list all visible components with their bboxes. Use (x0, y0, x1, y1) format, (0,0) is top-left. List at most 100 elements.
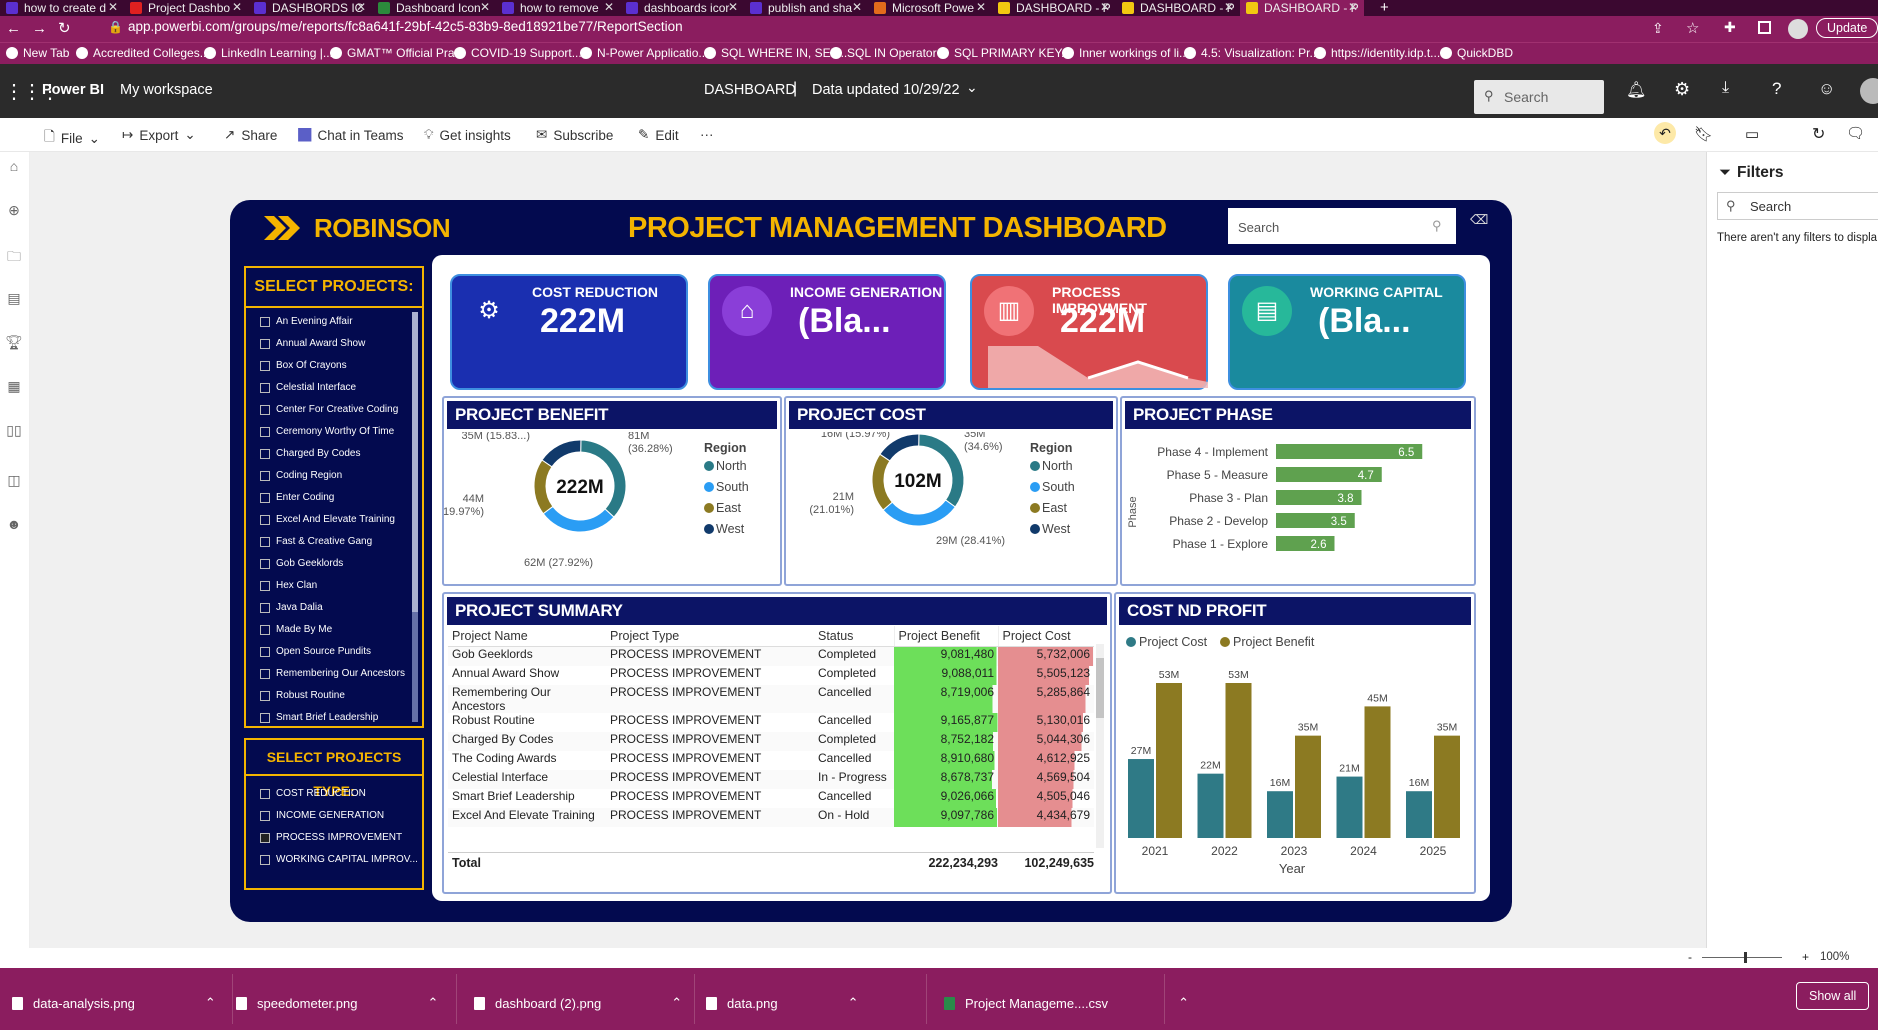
project-slicer-item[interactable]: An Evening Affair (260, 316, 353, 327)
cost-donut-chart[interactable]: 102M 16M (15.97%) 35M(34.6%) 21M(21.01%) 29M… (786, 432, 1116, 584)
zoom-slider[interactable] (1702, 957, 1782, 958)
cost-profit-chart[interactable]: Project Cost Project Benefit 27M 53M 2021 22M… (1116, 626, 1474, 892)
tab-close-icon[interactable]: ✕ (1348, 0, 1358, 14)
legend-label[interactable]: South (1042, 480, 1075, 494)
project-slicer-item[interactable]: Celestial Interface (260, 382, 356, 393)
project-slicer-item[interactable]: Remembering Our Ancestors (260, 668, 405, 679)
legend-label[interactable]: Project Cost (1139, 635, 1208, 649)
share-button[interactable]: ↗ Share (224, 127, 277, 143)
subscribe-button[interactable]: ✉ Subscribe (536, 127, 613, 143)
table-column-header[interactable]: Project Benefit (893, 626, 998, 647)
checkbox[interactable] (260, 624, 270, 635)
tab-close-icon[interactable]: ✕ (232, 0, 242, 14)
table-column-header[interactable]: Project Cost (997, 626, 1094, 647)
project-slicer-item[interactable]: Coding Region (260, 470, 342, 481)
donut-slice-east[interactable] (533, 459, 554, 515)
browser-tab[interactable]: DASHBORDS IC ✕ (248, 0, 372, 16)
type-slicer-item[interactable]: PROCESS IMPROVEMENT (260, 832, 402, 843)
table-column-header[interactable]: Status (814, 626, 894, 647)
profit-bar[interactable] (1267, 791, 1293, 838)
bookmark-item[interactable]: SQL PRIMARY KEY... (937, 46, 1071, 60)
apps-icon[interactable]: ▦ (5, 378, 23, 396)
share-page-icon[interactable]: ⇪ (1652, 20, 1664, 37)
project-slicer-item[interactable]: Center For Creative Coding (260, 404, 398, 415)
project-slicer-item[interactable]: Charged By Codes (260, 448, 361, 459)
tab-close-icon[interactable]: ✕ (852, 0, 862, 14)
checkbox[interactable] (260, 360, 270, 371)
table-row[interactable]: Charged By Codes PROCESS IMPROVEMENT Compl… (448, 731, 1094, 751)
checkbox[interactable] (260, 646, 270, 657)
bookmark-item[interactable]: GMAT™ Official Pra... (330, 46, 465, 60)
tab-close-icon[interactable]: ✕ (1224, 0, 1234, 14)
learn-icon[interactable]: ▯▯ (5, 422, 23, 440)
download-item[interactable]: data-analysis.png ⌃ (12, 995, 216, 1011)
chat-in-teams-button[interactable]: ⬛︎ Chat in Teams (298, 127, 404, 143)
bookmark-item[interactable]: https://identity.idp.t... (1314, 46, 1440, 60)
browser-tab[interactable]: Project Dashbo ✕ (124, 0, 248, 16)
eraser-icon[interactable]: ⌫ (1470, 212, 1488, 228)
download-item[interactable]: data.png ⌃ (706, 995, 859, 1011)
table-row[interactable]: Remembering Our Ancestors PROCESS IMPROVE… (448, 684, 1094, 713)
more-options-button[interactable]: ··· (700, 127, 714, 142)
bookmark-item[interactable]: LinkedIn Learning |... (204, 46, 333, 60)
download-item[interactable]: Project Manageme....csv ⌃ (944, 995, 1189, 1011)
kpi-card[interactable]: ▤ WORKING CAPITAL (Bla... (1228, 274, 1466, 390)
legend-label[interactable]: Project Benefit (1233, 635, 1315, 649)
zoom-slider-thumb[interactable] (1744, 952, 1747, 963)
donut-slice-south[interactable] (542, 505, 615, 533)
bookmark-item[interactable]: SQL IN Operator (830, 46, 937, 60)
donut-slice-south[interactable] (882, 499, 956, 527)
create-icon[interactable]: ⊕ (5, 202, 23, 220)
download-item[interactable]: speedometer.png ⌃ (236, 995, 438, 1011)
browser-tab[interactable]: how to create d ✕ (0, 0, 124, 16)
kpi-card[interactable]: ⌂ INCOME GENERATION (Bla... (708, 274, 946, 390)
table-row[interactable]: Smart Brief Leadership PROCESS IMPROVEMEN… (448, 788, 1094, 808)
tab-close-icon[interactable]: ✕ (728, 0, 738, 14)
browser-tab[interactable]: how to remove ✕ (496, 0, 620, 16)
table-row[interactable]: Annual Award Show PROCESS IMPROVEMENT Comp… (448, 665, 1094, 685)
chevron-up-icon[interactable]: ⌃ (205, 995, 216, 1011)
project-slicer-item[interactable]: Hex Clan (260, 580, 317, 591)
download-item[interactable]: dashboard (2).png ⌃ (474, 995, 682, 1011)
feedback-icon[interactable]: ☺ (1818, 79, 1835, 99)
file-menu[interactable]: 🗋 File ⌄ (44, 127, 100, 150)
benefit-donut-chart[interactable]: 222M 35M (15.83...) 81M(36.28%) 44M(19.97%)… (444, 432, 780, 584)
bookmark-item[interactable]: QuickDBD (1440, 46, 1513, 60)
project-slicer-item[interactable]: Ceremony Worthy Of Time (260, 426, 394, 437)
tab-close-icon[interactable]: ✕ (108, 0, 118, 14)
project-slicer-item[interactable]: Excel And Elevate Training (260, 514, 395, 525)
help-icon[interactable]: ? (1772, 79, 1781, 99)
phase-bar-chart[interactable]: Phase Phase 4 - Implement 6.5 Phase 5 - Mea… (1122, 432, 1474, 584)
profit-bar[interactable] (1225, 683, 1252, 838)
gear-icon[interactable]: ⚙ (1674, 79, 1690, 100)
profit-bar[interactable] (1295, 735, 1321, 838)
checkbox[interactable] (260, 712, 270, 723)
extensions-icon[interactable]: ✚ (1724, 19, 1736, 36)
workspaces-icon[interactable]: ◫ (5, 472, 23, 490)
forward-icon[interactable]: → (32, 20, 47, 37)
checkbox[interactable] (260, 580, 270, 591)
bookmark-icon[interactable]: 🔖︎ (1694, 125, 1713, 143)
checkbox[interactable] (260, 382, 270, 393)
checkbox[interactable] (260, 536, 270, 547)
bookmark-item[interactable]: 4.5: Visualization: Pr... (1184, 46, 1320, 60)
export-menu[interactable]: ↦ Export ⌄ (122, 127, 196, 143)
avatar[interactable] (1788, 19, 1808, 39)
browser-tab[interactable]: DASHBOARD - P ✕ (992, 0, 1116, 16)
table-row[interactable]: Gob Geeklords PROCESS IMPROVEMENT Complete… (448, 646, 1094, 666)
browser-tab[interactable]: dashboards icor ✕ (620, 0, 744, 16)
chevron-down-icon[interactable]: ⌄ (966, 79, 978, 96)
chevron-up-icon[interactable]: ⌃ (427, 995, 438, 1011)
global-search-input[interactable]: ⚲ Search (1474, 80, 1604, 114)
zoom-in-icon[interactable]: + (1802, 950, 1809, 964)
reload-icon[interactable]: ↻ (58, 19, 71, 37)
project-slicer-item[interactable]: Enter Coding (260, 492, 334, 503)
bookmark-item[interactable]: Accredited Colleges... (76, 46, 210, 60)
bell-icon[interactable]: 🔔︎ (1626, 80, 1646, 100)
profit-bar[interactable] (1156, 683, 1182, 838)
checkbox[interactable] (260, 404, 270, 415)
bookmark-item[interactable]: N-Power Applicatio... (580, 46, 708, 60)
project-slicer-item[interactable]: Fast & Creative Gang (260, 536, 372, 547)
donut-slice-east[interactable] (871, 453, 893, 511)
legend-label[interactable]: North (716, 459, 747, 473)
